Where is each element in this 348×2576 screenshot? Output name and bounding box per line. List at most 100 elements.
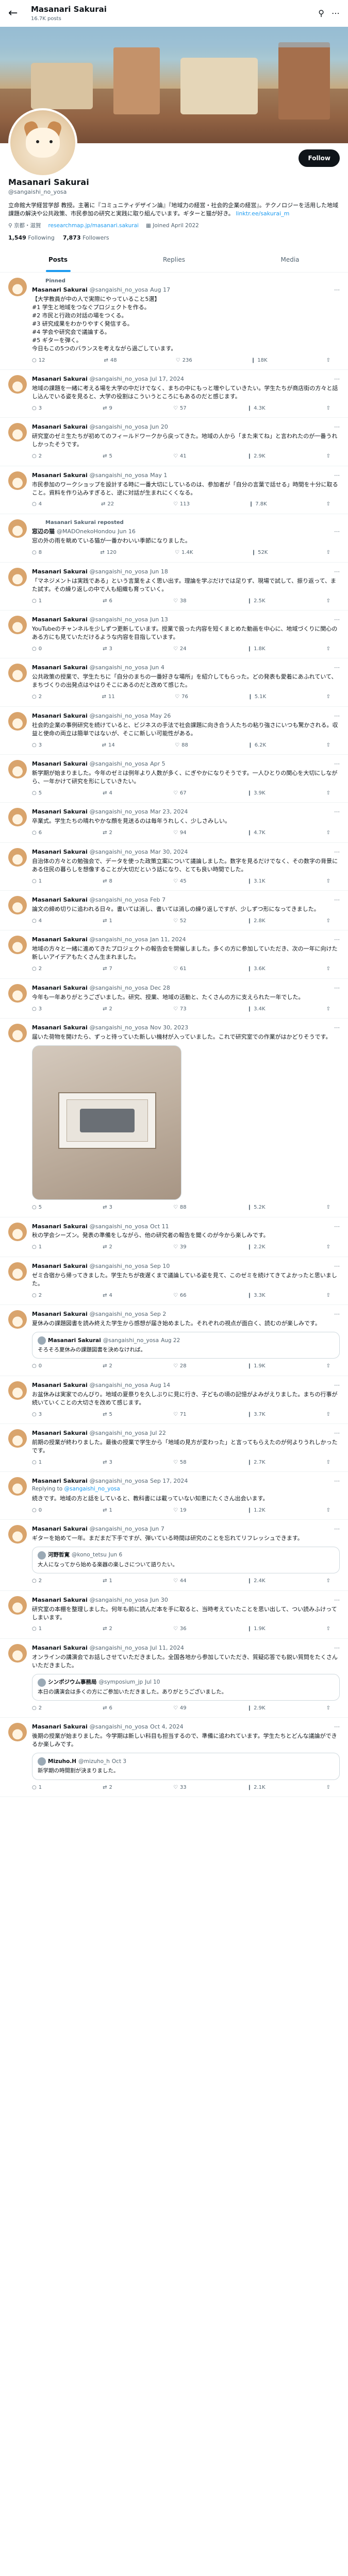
reply-button[interactable]: ○ 1	[32, 1459, 42, 1467]
tweet-date[interactable]: Apr 5	[150, 760, 165, 768]
reply-button[interactable]: ○ 6	[32, 829, 42, 837]
tweet-author-handle[interactable]: @sangaishi_no_yosa	[90, 616, 148, 624]
tweet-author-handle[interactable]: @sangaishi_no_yosa	[90, 1429, 148, 1437]
avatar[interactable]	[8, 108, 77, 177]
tweet[interactable]: Masanari Sakurai @sangaishi_no_yosa May 1 ⋯…	[0, 466, 348, 514]
more-icon[interactable]: ⋯	[334, 1262, 340, 1270]
like-button[interactable]: ♡ 52	[173, 918, 187, 925]
avatar[interactable]	[8, 1643, 27, 1663]
repost-button[interactable]: ⇄ 4	[103, 1292, 112, 1300]
views-button[interactable]: ❙ 1.8K	[247, 646, 266, 653]
tweet-date[interactable]: Dec 28	[150, 984, 170, 992]
avatar[interactable]	[8, 1525, 27, 1544]
more-icon[interactable]: ⋯	[334, 808, 340, 816]
tweet[interactable]: Masanari Sakurai @sangaishi_no_yosa Feb 7 ⋯…	[0, 891, 348, 931]
tweet-date[interactable]: Mar 23, 2024	[150, 808, 188, 816]
tweet[interactable]: Masanari Sakurai @sangaishi_no_yosa Jun 13…	[0, 611, 348, 659]
reply-button[interactable]: ○ 5	[32, 790, 42, 798]
avatar[interactable]	[8, 1596, 27, 1615]
repost-button[interactable]: ⇄ 120	[100, 549, 116, 557]
avatar[interactable]	[8, 711, 27, 731]
avatar[interactable]	[8, 664, 27, 683]
avatar[interactable]	[8, 936, 27, 955]
tweet-author-handle[interactable]: @sangaishi_no_yosa	[90, 1262, 148, 1270]
tweet-date[interactable]: May 26	[150, 712, 171, 720]
more-icon[interactable]: ⋯	[334, 848, 340, 856]
avatar[interactable]	[8, 984, 27, 1003]
tab-media[interactable]: Media	[232, 248, 348, 272]
more-icon[interactable]: ⋯	[334, 286, 340, 294]
repost-button[interactable]: ⇄ 5	[103, 453, 112, 461]
repost-button[interactable]: ⇄ 14	[102, 742, 115, 750]
tweet[interactable]: Masanari Sakurai @sangaishi_no_yosa Jan 11…	[0, 930, 348, 979]
avatar[interactable]	[8, 848, 27, 867]
tweet-date[interactable]: Jan 11, 2024	[150, 936, 186, 944]
share-button[interactable]: ⇧	[326, 918, 330, 925]
like-button[interactable]: ♡ 61	[173, 965, 187, 973]
share-button[interactable]: ⇧	[326, 598, 330, 605]
like-button[interactable]: ♡ 24	[173, 646, 187, 653]
tweet-author-name[interactable]: Masanari Sakurai	[32, 760, 88, 768]
tab-replies[interactable]: Replies	[116, 248, 232, 272]
like-button[interactable]: ♡ 41	[173, 453, 187, 461]
repost-button[interactable]: ⇄ 1	[103, 1578, 112, 1585]
tweet[interactable]: Masanari Sakurai @sangaishi_no_yosa Jul 22…	[0, 1424, 348, 1472]
share-button[interactable]: ⇧	[326, 878, 330, 886]
avatar[interactable]	[8, 1723, 27, 1742]
reply-button[interactable]: ○ 3	[32, 1411, 42, 1419]
more-icon[interactable]: ⋯	[334, 471, 340, 480]
repost-button[interactable]: ⇄ 3	[103, 1459, 112, 1467]
more-icon[interactable]: ⋯	[334, 664, 340, 672]
like-button[interactable]: ♡ 33	[173, 1784, 187, 1792]
tweet-date[interactable]: Jul 17, 2024	[150, 375, 184, 383]
more-icon[interactable]: ⋯	[334, 896, 340, 904]
tweet-date[interactable]: Jul 11, 2024	[150, 1644, 184, 1652]
share-button[interactable]: ⇧	[326, 1292, 330, 1300]
like-button[interactable]: ♡ 28	[173, 1363, 187, 1370]
tweet-author-name[interactable]: Masanari Sakurai	[32, 375, 88, 383]
tweet[interactable]: Pinned Masanari Sakurai @sangaishi_no_yosa…	[0, 273, 348, 370]
more-icon[interactable]: ⋯	[334, 712, 340, 720]
avatar[interactable]	[8, 423, 27, 442]
more-icon[interactable]: ⋯	[334, 1477, 340, 1485]
repost-button[interactable]: ⇄ 1	[103, 918, 112, 925]
views-button[interactable]: ❙ 3.3K	[247, 1292, 266, 1300]
tweet-author-handle[interactable]: @sangaishi_no_yosa	[90, 1223, 148, 1231]
avatar[interactable]	[8, 1222, 27, 1241]
like-button[interactable]: ♡ 88	[173, 1204, 187, 1212]
share-button[interactable]: ⇧	[326, 501, 330, 509]
repost-button[interactable]: ⇄ 6	[103, 598, 112, 605]
tweet-author-handle[interactable]: @sangaishi_no_yosa	[90, 286, 148, 294]
more-icon[interactable]: ⋯	[334, 1024, 340, 1032]
tweet[interactable]: Masanari Sakurai @sangaishi_no_yosa Dec 28…	[0, 979, 348, 1019]
like-button[interactable]: ♡ 94	[173, 829, 187, 837]
repost-button[interactable]: ⇄ 2	[103, 1006, 112, 1013]
reply-button[interactable]: ○ 8	[32, 549, 42, 557]
tweet-date[interactable]: Jun 20	[150, 423, 168, 431]
tweet-author-handle[interactable]: @sangaishi_no_yosa	[90, 664, 148, 672]
tweet-date[interactable]: Jun 4	[150, 664, 164, 672]
like-button[interactable]: ♡ 36	[173, 1625, 187, 1633]
tweet[interactable]: Masanari Sakurai @sangaishi_no_yosa Mar 23…	[0, 803, 348, 843]
tweet[interactable]: Masanari Sakurai @sangaishi_no_yosa Jun 20…	[0, 418, 348, 466]
views-button[interactable]: ❙ 2.2K	[247, 1244, 266, 1251]
repost-button[interactable]: ⇄ 7	[103, 965, 112, 973]
views-button[interactable]: ❙ 7.8K	[249, 501, 267, 509]
tweet-author-name[interactable]: Masanari Sakurai	[32, 1596, 88, 1604]
like-button[interactable]: ♡ 58	[173, 1459, 187, 1467]
tweet[interactable]: Masanari Sakurai @sangaishi_no_yosa May 26…	[0, 707, 348, 755]
views-button[interactable]: ❙ 18K	[251, 357, 268, 365]
tweet-date[interactable]: Jun 30	[150, 1596, 168, 1604]
tweet-author-name[interactable]: Masanari Sakurai	[32, 616, 88, 624]
share-button[interactable]: ⇧	[326, 742, 330, 750]
repost-button[interactable]: ⇄ 3	[103, 646, 112, 653]
tweet[interactable]: Masanari Sakurai @sangaishi_no_yosa Mar 30…	[0, 843, 348, 891]
tweet[interactable]: Masanari Sakurai @sangaishi_no_yosa Oct 4,…	[0, 1718, 348, 1798]
quoted-tweet[interactable]: シンポジウム事務局 @symposium_jp Jul 10 本日の講演会は多くの方に…	[32, 1673, 340, 1701]
tweet-author-handle[interactable]: @sangaishi_no_yosa	[90, 568, 148, 576]
like-button[interactable]: ♡ 73	[173, 1006, 187, 1013]
tweet-author-name[interactable]: Masanari Sakurai	[32, 1262, 88, 1270]
repost-button[interactable]: ⇄ 5	[103, 1411, 112, 1419]
tweet-author-name[interactable]: Masanari Sakurai	[32, 936, 88, 944]
tweet-author-name[interactable]: Masanari Sakurai	[32, 471, 88, 480]
